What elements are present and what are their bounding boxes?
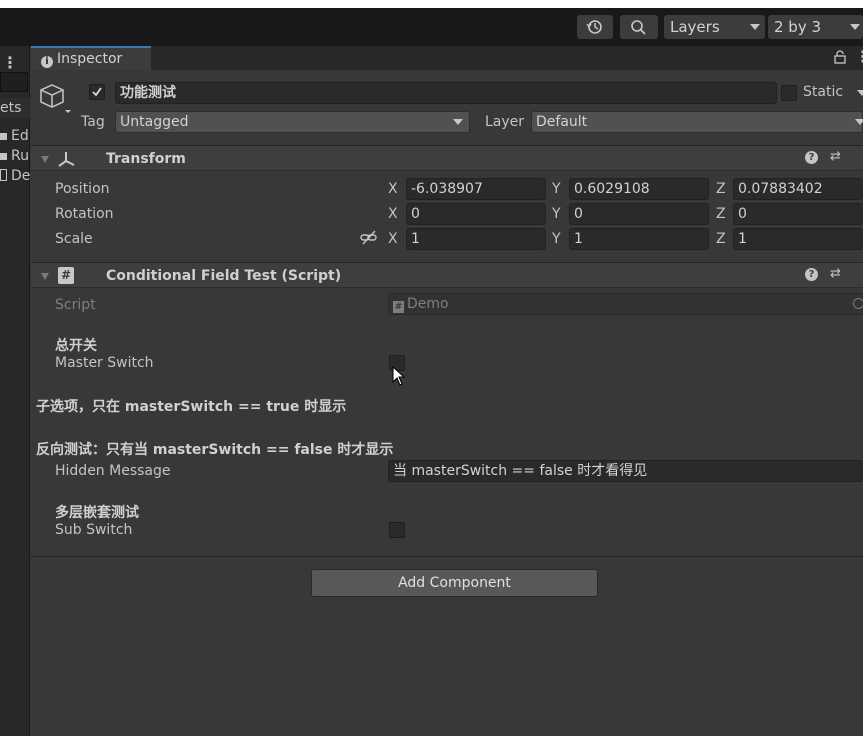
foldout-arrow-icon[interactable]	[41, 156, 49, 163]
tag-dropdown-value: Untagged	[120, 114, 189, 130]
layout-dropdown-label: 2 by 3	[774, 18, 822, 36]
project-item-label: Ru	[11, 148, 29, 164]
position-y-field[interactable]: 0.6029108	[569, 178, 709, 200]
scale-x-field[interactable]: 1	[406, 228, 546, 250]
tab-title: Inspector	[57, 51, 123, 67]
mouse-cursor-icon	[392, 366, 406, 386]
caret-down-icon	[750, 24, 760, 30]
tab-inspector[interactable]: i Inspector	[31, 46, 151, 70]
window-top-strip	[0, 0, 863, 8]
script-object-field: # Demo	[388, 293, 863, 315]
foldout-arrow-icon[interactable]	[41, 273, 49, 280]
undo-history-button[interactable]	[577, 15, 613, 39]
static-dropdown-caret-icon[interactable]	[857, 90, 863, 96]
reverse-test-note: 反向测试：只有当 masterSwitch == false 时才显示	[36, 442, 394, 458]
tag-dropdown[interactable]: Untagged	[115, 111, 470, 133]
axis-z-label: Z	[716, 231, 726, 247]
folder-icon	[0, 133, 7, 140]
static-label: Static	[803, 84, 844, 100]
nested-section-header: 多层嵌套测试	[55, 505, 139, 521]
help-icon[interactable]: ?	[805, 268, 818, 281]
add-component-button[interactable]: Add Component	[311, 569, 598, 597]
presets-icon[interactable]: ⇄	[830, 149, 841, 164]
axis-x-label: X	[388, 181, 398, 197]
project-item-1[interactable]: Ed	[0, 126, 30, 146]
object-picker-icon[interactable]	[853, 298, 863, 309]
scale-y-field[interactable]: 1	[569, 228, 709, 250]
search-icon	[631, 20, 646, 35]
transform-icon	[58, 152, 75, 167]
help-icon[interactable]: ?	[805, 151, 818, 164]
project-folder-assets[interactable]: ets	[0, 98, 30, 118]
layer-dropdown[interactable]: Default	[531, 111, 863, 133]
project-item-label: Ed	[11, 128, 29, 144]
rotation-label: Rotation	[55, 206, 114, 222]
position-x-field[interactable]: -6.038907	[406, 178, 546, 200]
scale-z-field[interactable]: 1	[733, 228, 863, 250]
layers-dropdown[interactable]: Layers	[664, 15, 765, 39]
script-component-header[interactable]: # Conditional Field Test (Script) ? ⇄ ⋮	[31, 262, 863, 288]
checkmark-icon	[92, 87, 102, 97]
axis-z-label: Z	[716, 206, 726, 222]
axis-x-label: X	[388, 231, 398, 247]
gameobject-name-field[interactable]: 功能测试	[115, 82, 777, 104]
active-checkbox[interactable]	[89, 84, 105, 100]
sub-switch-checkbox[interactable]	[389, 522, 405, 538]
axis-y-label: Y	[552, 231, 561, 247]
master-section-header: 总开关	[55, 338, 97, 354]
transform-header[interactable]: Transform ? ⇄ ⋮	[31, 145, 863, 171]
axis-y-label: Y	[552, 181, 561, 197]
layer-dropdown-value: Default	[536, 114, 588, 130]
layer-label: Layer	[485, 114, 525, 130]
info-icon: i	[41, 56, 53, 68]
master-switch-label: Master Switch	[55, 355, 154, 371]
axis-y-label: Y	[552, 206, 561, 222]
component-menu-icon[interactable]: ⋮	[857, 148, 863, 166]
component-menu-icon[interactable]: ⋮	[857, 265, 863, 283]
main-toolbar: Layers 2 by 3	[0, 8, 863, 46]
history-icon	[586, 20, 602, 34]
project-item-3[interactable]: De	[0, 166, 30, 186]
static-checkbox[interactable]	[781, 85, 797, 101]
position-z-field[interactable]: 0.07883402	[733, 178, 863, 200]
caret-down-icon	[453, 119, 463, 125]
gameobject-cube-icon	[40, 84, 71, 113]
sub-switch-label: Sub Switch	[55, 522, 133, 538]
axis-x-label: X	[388, 206, 398, 222]
transform-title: Transform	[106, 151, 186, 167]
inspector-tab-bar: ⋮	[31, 46, 863, 70]
tag-label: Tag	[81, 114, 105, 130]
rotation-y-field[interactable]: 0	[569, 203, 709, 225]
search-button[interactable]	[620, 15, 658, 39]
project-item-label: De	[11, 168, 30, 184]
presets-icon[interactable]: ⇄	[830, 266, 841, 281]
tab-menu-icon[interactable]: ⋮	[855, 47, 863, 66]
panel-menu-icon[interactable]: ⋮	[2, 53, 18, 72]
script-file-icon	[0, 169, 7, 181]
script-field-label: Script	[55, 297, 96, 313]
hidden-message-field[interactable]: 当 masterSwitch == false 时才看得见	[388, 460, 863, 482]
scale-label: Scale	[55, 231, 93, 247]
script-hash-icon: #	[58, 267, 74, 284]
axis-z-label: Z	[716, 181, 726, 197]
project-item-2[interactable]: Ru	[0, 146, 30, 166]
rotation-z-field[interactable]: 0	[733, 203, 863, 225]
script-component-title: Conditional Field Test (Script)	[106, 268, 342, 284]
position-label: Position	[55, 181, 110, 197]
layout-dropdown[interactable]: 2 by 3	[768, 15, 863, 39]
script-hash-icon: #	[393, 301, 404, 313]
caret-down-icon	[855, 119, 863, 125]
project-panel: ⋮ ets Ed Ru De	[0, 46, 30, 736]
lock-icon[interactable]	[833, 50, 847, 64]
script-field-value: Demo	[407, 296, 449, 312]
constrain-proportions-icon[interactable]	[360, 230, 378, 246]
layers-dropdown-label: Layers	[670, 18, 720, 36]
sub-option-note: 子选项，只在 masterSwitch == true 时显示	[36, 399, 347, 415]
folder-icon	[0, 153, 7, 160]
project-search-field[interactable]	[0, 72, 28, 92]
hidden-message-label: Hidden Message	[55, 463, 171, 479]
component-separator	[31, 556, 863, 557]
rotation-x-field[interactable]: 0	[406, 203, 546, 225]
caret-down-icon	[850, 24, 860, 30]
